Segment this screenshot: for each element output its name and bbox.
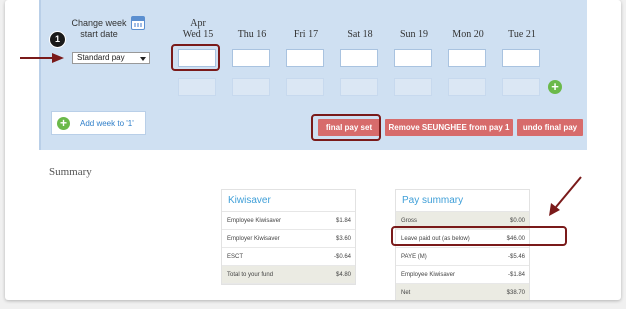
pay-type-value: Standard pay <box>77 53 125 62</box>
pay-summary-title: Pay summary <box>396 190 529 212</box>
row-value: $1.84 <box>335 218 351 224</box>
day-header-sun: Sun 19 <box>399 29 429 40</box>
kiwisaver-row: Employer Kiwisaver $3.60 <box>222 230 355 248</box>
chevron-down-icon <box>140 57 146 61</box>
empty-row-cell[interactable] <box>178 78 216 96</box>
pay-summary-row: PAYE (M) -$5.46 <box>396 248 529 266</box>
kiwisaver-row: ESCT -$0.64 <box>222 248 355 266</box>
row-value: -$0.64 <box>333 254 351 260</box>
hours-input-sun[interactable] <box>394 49 432 67</box>
day-label: Wed 15 <box>182 29 214 40</box>
hours-input-fri[interactable] <box>286 49 324 67</box>
hours-input-thu[interactable] <box>232 49 270 67</box>
empty-row-cell[interactable] <box>232 78 270 96</box>
hours-input-tue[interactable] <box>502 49 540 67</box>
highlight-wed-input <box>171 44 220 71</box>
timesheet-card: Change week start date Apr Wed 15 Thu 16… <box>5 0 621 300</box>
row-label: ESCT <box>227 254 244 260</box>
row-value: $0.00 <box>509 218 525 224</box>
hours-input-mon[interactable] <box>448 49 486 67</box>
row-value: $38.70 <box>506 290 525 296</box>
remove-from-pay-button[interactable]: Remove SEUNGHEE from pay 1 <box>385 119 513 136</box>
kiwisaver-total-row: Total to your fund $4.80 <box>222 266 355 284</box>
row-label: Employee Kiwisaver <box>227 218 282 224</box>
kiwisaver-row: Employee Kiwisaver $1.84 <box>222 212 355 230</box>
row-label: Gross <box>401 218 418 224</box>
plus-icon: + <box>57 117 70 130</box>
row-label: Employer Kiwisaver <box>227 236 280 242</box>
row-value: -$1.84 <box>507 272 525 278</box>
row-value: $3.60 <box>335 236 351 242</box>
empty-row-cell[interactable] <box>340 78 378 96</box>
empty-row-cell[interactable] <box>502 78 540 96</box>
day-header-fri: Fri 17 <box>293 29 319 40</box>
day-header-sat: Sat 18 <box>347 29 373 40</box>
day-header-mon: Mon 20 <box>452 29 484 40</box>
row-label: PAYE (M) <box>401 254 427 260</box>
row-label: Total to your fund <box>227 272 274 278</box>
pay-summary-net-row: Net $38.70 <box>396 284 529 300</box>
empty-row-cell[interactable] <box>394 78 432 96</box>
add-week-label: Add week to '1' <box>80 119 134 128</box>
change-week-text: Change week <box>71 18 127 28</box>
summary-heading: Summary <box>49 166 92 178</box>
pay-summary-row: Employee Kiwisaver -$1.84 <box>396 266 529 284</box>
row-label: Employee Kiwisaver <box>401 272 456 278</box>
day-header-tue: Tue 21 <box>508 29 536 40</box>
empty-row-cell[interactable] <box>448 78 486 96</box>
day-header-wed: Apr Wed 15 <box>173 18 223 40</box>
add-row-icon[interactable]: + <box>548 80 562 94</box>
row-value: -$5.46 <box>507 254 525 260</box>
pay-type-select[interactable]: Standard pay <box>72 52 150 64</box>
empty-row-cell[interactable] <box>286 78 324 96</box>
highlight-leave-row <box>391 226 567 246</box>
month-label: Apr <box>190 18 206 29</box>
add-week-button[interactable]: + Add week to '1' <box>51 111 146 135</box>
undo-final-pay-button[interactable]: undo final pay <box>517 119 583 136</box>
step-badge: 1 <box>49 31 66 48</box>
kiwisaver-title: Kiwisaver <box>222 190 355 212</box>
row-label: Net <box>401 290 411 296</box>
kiwisaver-panel: Kiwisaver Employee Kiwisaver $1.84 Employ… <box>221 189 356 285</box>
change-week-label: Change week start date <box>61 18 137 40</box>
hours-input-sat[interactable] <box>340 49 378 67</box>
row-value: $4.80 <box>335 272 351 278</box>
highlight-final-pay-button <box>311 114 381 141</box>
start-date-text: start date <box>80 29 118 39</box>
day-header-thu: Thu 16 <box>237 29 267 40</box>
calendar-icon[interactable] <box>131 16 145 30</box>
